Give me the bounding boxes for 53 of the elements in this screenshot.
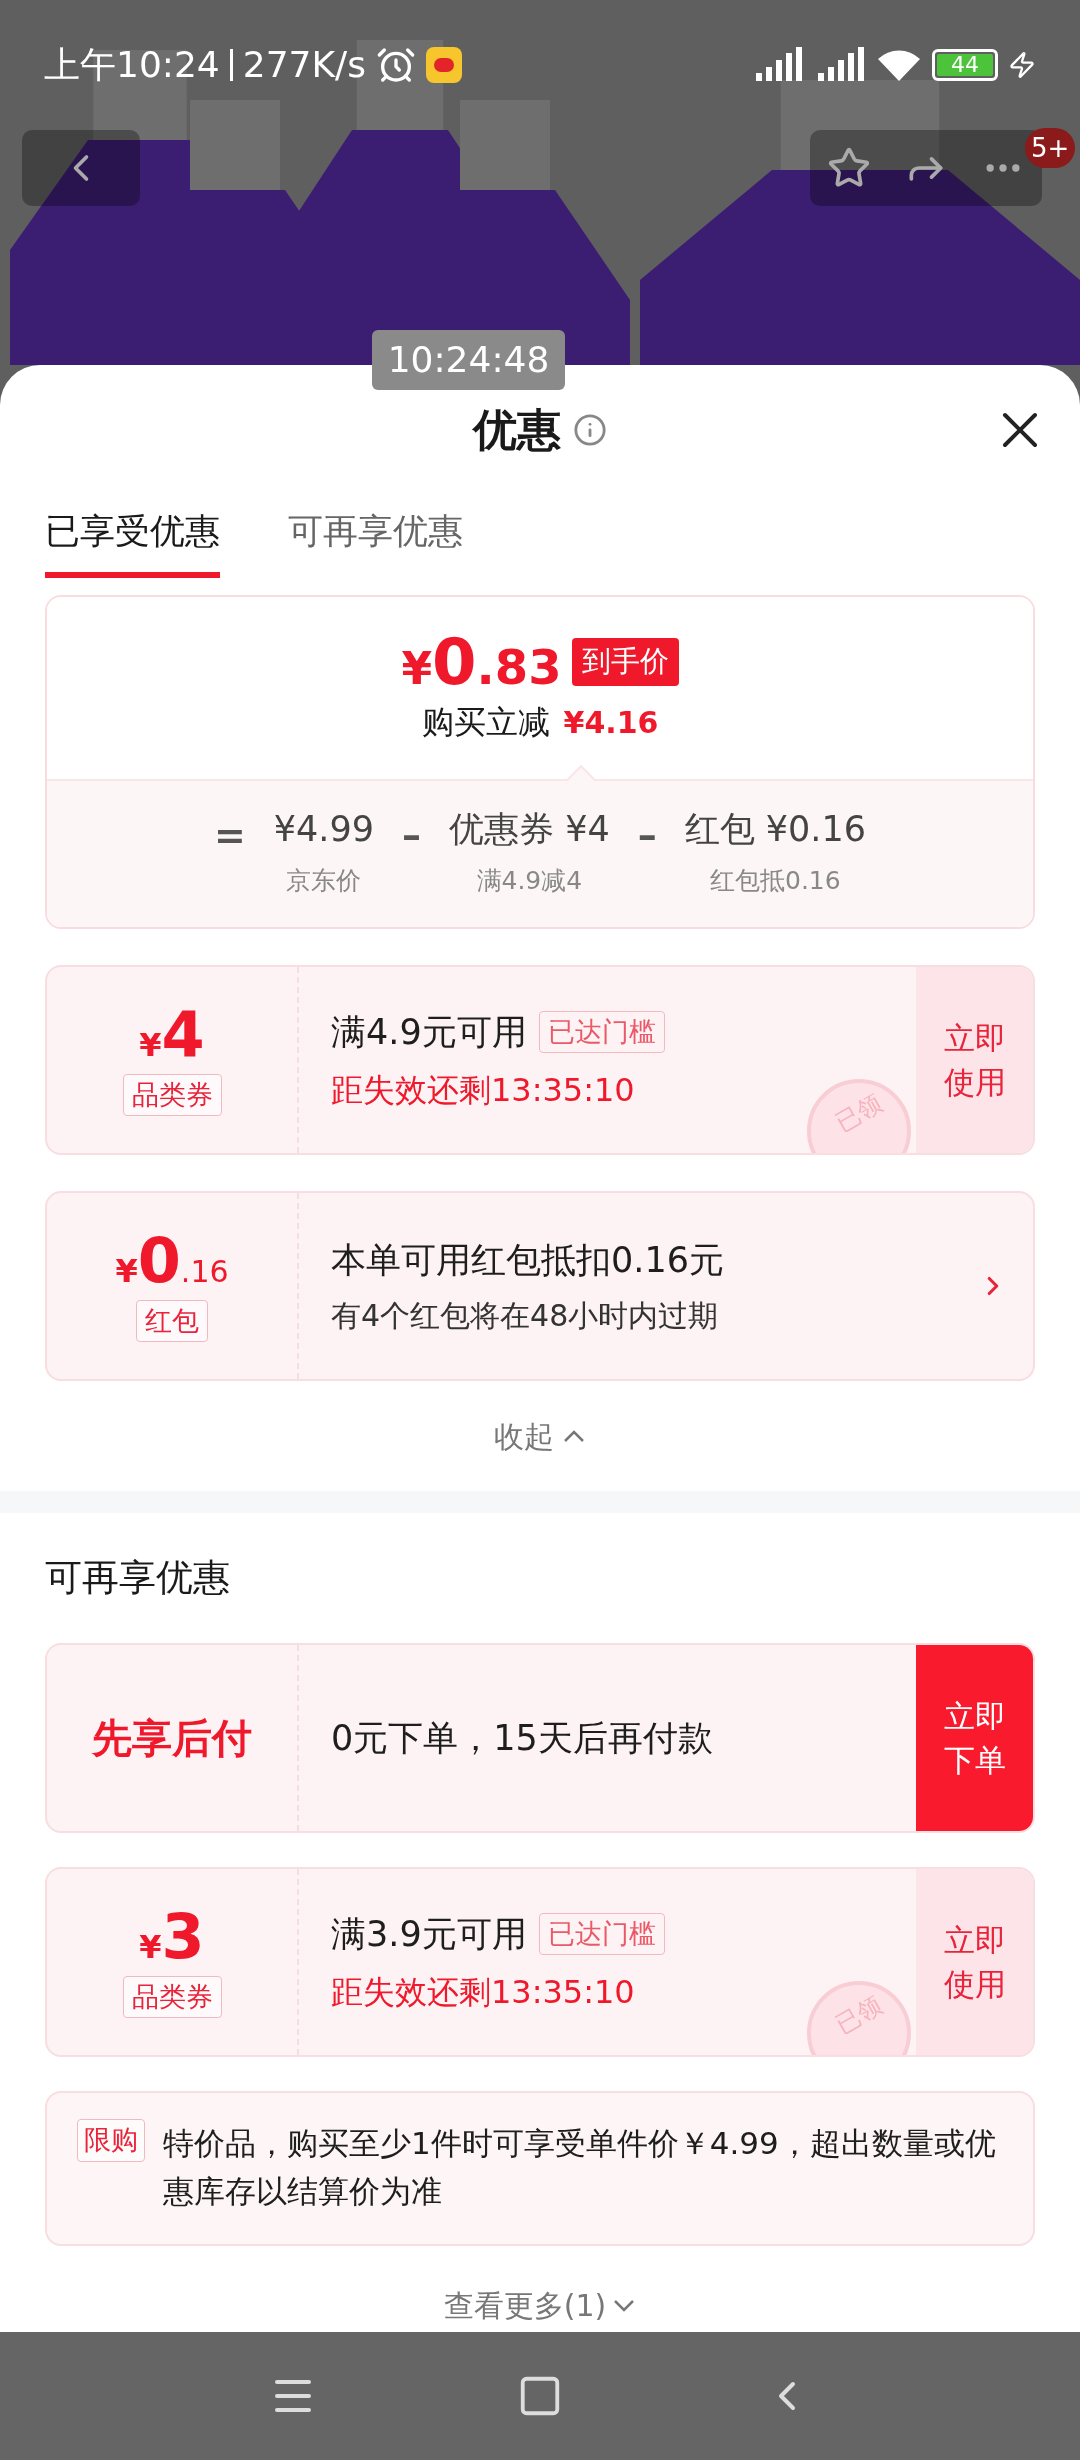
breakdown-amount: 优惠券 ¥4 — [449, 808, 610, 851]
threshold-badge: 已达门槛 — [538, 1912, 665, 1956]
breakdown-amount: 红包 ¥0.16 — [684, 808, 866, 851]
bonus-card[interactable]: ¥0.16 红包 本单可用红包抵扣0.16元 有4个红包将在48小时内过期 — [45, 1191, 1035, 1381]
chevron-up-icon — [562, 1429, 586, 1443]
breakdown-note: 京东价 — [286, 864, 362, 897]
operator-sign: – — [402, 812, 421, 859]
order-button[interactable]: 立即下单 — [916, 1645, 1033, 1831]
timestamp-overlay: 10:24:48 — [372, 330, 565, 390]
alarm-icon — [375, 45, 416, 85]
collapse-button[interactable]: 收起 — [494, 1413, 586, 1459]
use-button[interactable]: 立即使用 — [916, 967, 1033, 1153]
tab[interactable]: 已享受优惠 — [45, 485, 220, 578]
operator-sign: – — [637, 812, 657, 859]
coupon-amount: ¥3 — [139, 1905, 205, 1968]
expiry-countdown: 距失效还剩13:35:10 — [331, 1972, 635, 2014]
charging-icon — [1008, 51, 1036, 79]
saving-amount: ¥4.16 — [563, 703, 659, 742]
threshold-badge: 已达门槛 — [538, 1010, 665, 1054]
bonus-tag: 红包 — [136, 1299, 208, 1343]
final-price: ¥0.83 — [401, 630, 562, 694]
back-button[interactable] — [22, 130, 140, 206]
see-more-button[interactable]: 查看更多(1) — [443, 2283, 637, 2328]
final-price-tag: 到手价 — [571, 638, 679, 686]
app-notification-icon — [425, 47, 462, 83]
notice-text: 特价品，购买至少1件时可享受单件价￥4.99，超出数量或优惠库存以结算价为准 — [163, 2124, 997, 2211]
wifi-icon — [876, 47, 922, 83]
battery-icon: 44 — [932, 49, 998, 81]
sheet-title: 优惠 — [473, 403, 561, 457]
coupon-condition: 满3.9元可用 — [331, 1912, 527, 1956]
tab[interactable]: 可再享优惠 — [288, 485, 463, 578]
bonus-title: 本单可用红包抵扣0.16元 — [331, 1239, 725, 1283]
pay-later-description: 0元下单，15天后再付款 — [331, 1716, 713, 1760]
breakdown-amount: ¥4.99 — [273, 808, 374, 851]
breakdown-note: 红包抵0.16 — [710, 864, 841, 897]
breakdown-note: 满4.9减4 — [476, 864, 583, 897]
coupon-type-tag: 品类券 — [122, 1975, 222, 2019]
saving-label: 购买立减 — [421, 702, 550, 743]
coupon-amount: ¥4 — [139, 1003, 205, 1066]
expiry-countdown: 距失效还剩13:35:10 — [331, 1070, 635, 1112]
use-button[interactable]: 立即使用 — [916, 1869, 1033, 2055]
section-title: 可再享优惠 — [45, 1555, 230, 1602]
chevron-down-icon — [612, 2298, 637, 2313]
coupon-type-tag: 品类券 — [122, 1073, 222, 1117]
network-speed: 277K/s — [242, 43, 366, 87]
coupon-condition: 满4.9元可用 — [331, 1010, 527, 1054]
bonus-expiry: 有4个红包将在48小时内过期 — [331, 1296, 720, 1335]
operator-sign: = — [213, 812, 246, 859]
limit-tag: 限购 — [77, 2119, 145, 2162]
bonus-amount: ¥0.16 — [115, 1229, 229, 1292]
pay-later-label: 先享后付 — [92, 1714, 252, 1763]
info-icon[interactable] — [573, 413, 607, 447]
status-time: 上午10:24 — [44, 43, 220, 87]
